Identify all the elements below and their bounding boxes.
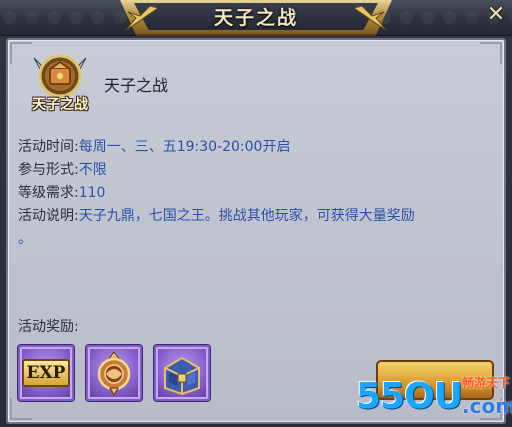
description-label: 活动说明: xyxy=(18,208,79,224)
title-bar: 天子之战 ✕ xyxy=(0,0,512,36)
emblem-icon xyxy=(97,351,131,396)
level-row: 等级需求: 110 xyxy=(18,182,498,205)
form-label: 参与形式: xyxy=(18,162,79,178)
form-value: 不限 xyxy=(78,162,107,178)
reward-slot-exp[interactable]: EXP xyxy=(18,345,74,401)
event-window: 天子之战 ✕ 天子之战 天子之战 活动时间: 每周一、三、五19:30-20:0… xyxy=(0,0,512,427)
event-badge: 天子之战 xyxy=(28,54,92,114)
site-watermark: 55OU 畅游天下 .com xyxy=(356,368,512,427)
form-row: 参与形式: 不限 xyxy=(18,159,498,182)
level-value: 110 xyxy=(78,185,106,201)
description-row: 活动说明: 天子九鼎，七国之王。挑战其他玩家，可获得大量奖励 xyxy=(18,205,498,228)
content-panel: 天子之战 天子之战 活动时间: 每周一、三、五19:30-20:00开启 参与形… xyxy=(6,38,506,424)
reward-slots: EXP xyxy=(18,345,210,401)
corner-ornament xyxy=(480,42,502,64)
event-badge-label: 天子之战 xyxy=(32,97,88,113)
time-value: 每周一、三、五19:30-20:00开启 xyxy=(78,139,291,155)
corner-ornament xyxy=(10,398,32,420)
rewards-label: 活动奖励: xyxy=(18,319,79,335)
event-info: 活动时间: 每周一、三、五19:30-20:00开启 参与形式: 不限 等级需求… xyxy=(18,136,498,251)
description-continuation: 。 xyxy=(18,231,32,247)
exp-icon: EXP xyxy=(21,359,71,387)
watermark-slogan: 畅游天下 xyxy=(462,376,511,390)
window-title: 天子之战 xyxy=(213,7,298,29)
description-value: 天子九鼎，七国之王。挑战其他玩家，可获得大量奖励 xyxy=(78,208,415,224)
watermark-domain: .com xyxy=(462,394,512,418)
time-row: 活动时间: 每周一、三、五19:30-20:00开启 xyxy=(18,136,498,159)
treasure-chest-icon xyxy=(164,356,200,396)
watermark-logo-text: 55OU xyxy=(356,376,463,417)
reward-slot-emblem[interactable] xyxy=(86,345,142,401)
level-label: 等级需求: xyxy=(18,185,79,201)
time-label: 活动时间: xyxy=(18,139,79,155)
reward-slot-chest[interactable] xyxy=(154,345,210,401)
event-name: 天子之战 xyxy=(104,76,169,95)
